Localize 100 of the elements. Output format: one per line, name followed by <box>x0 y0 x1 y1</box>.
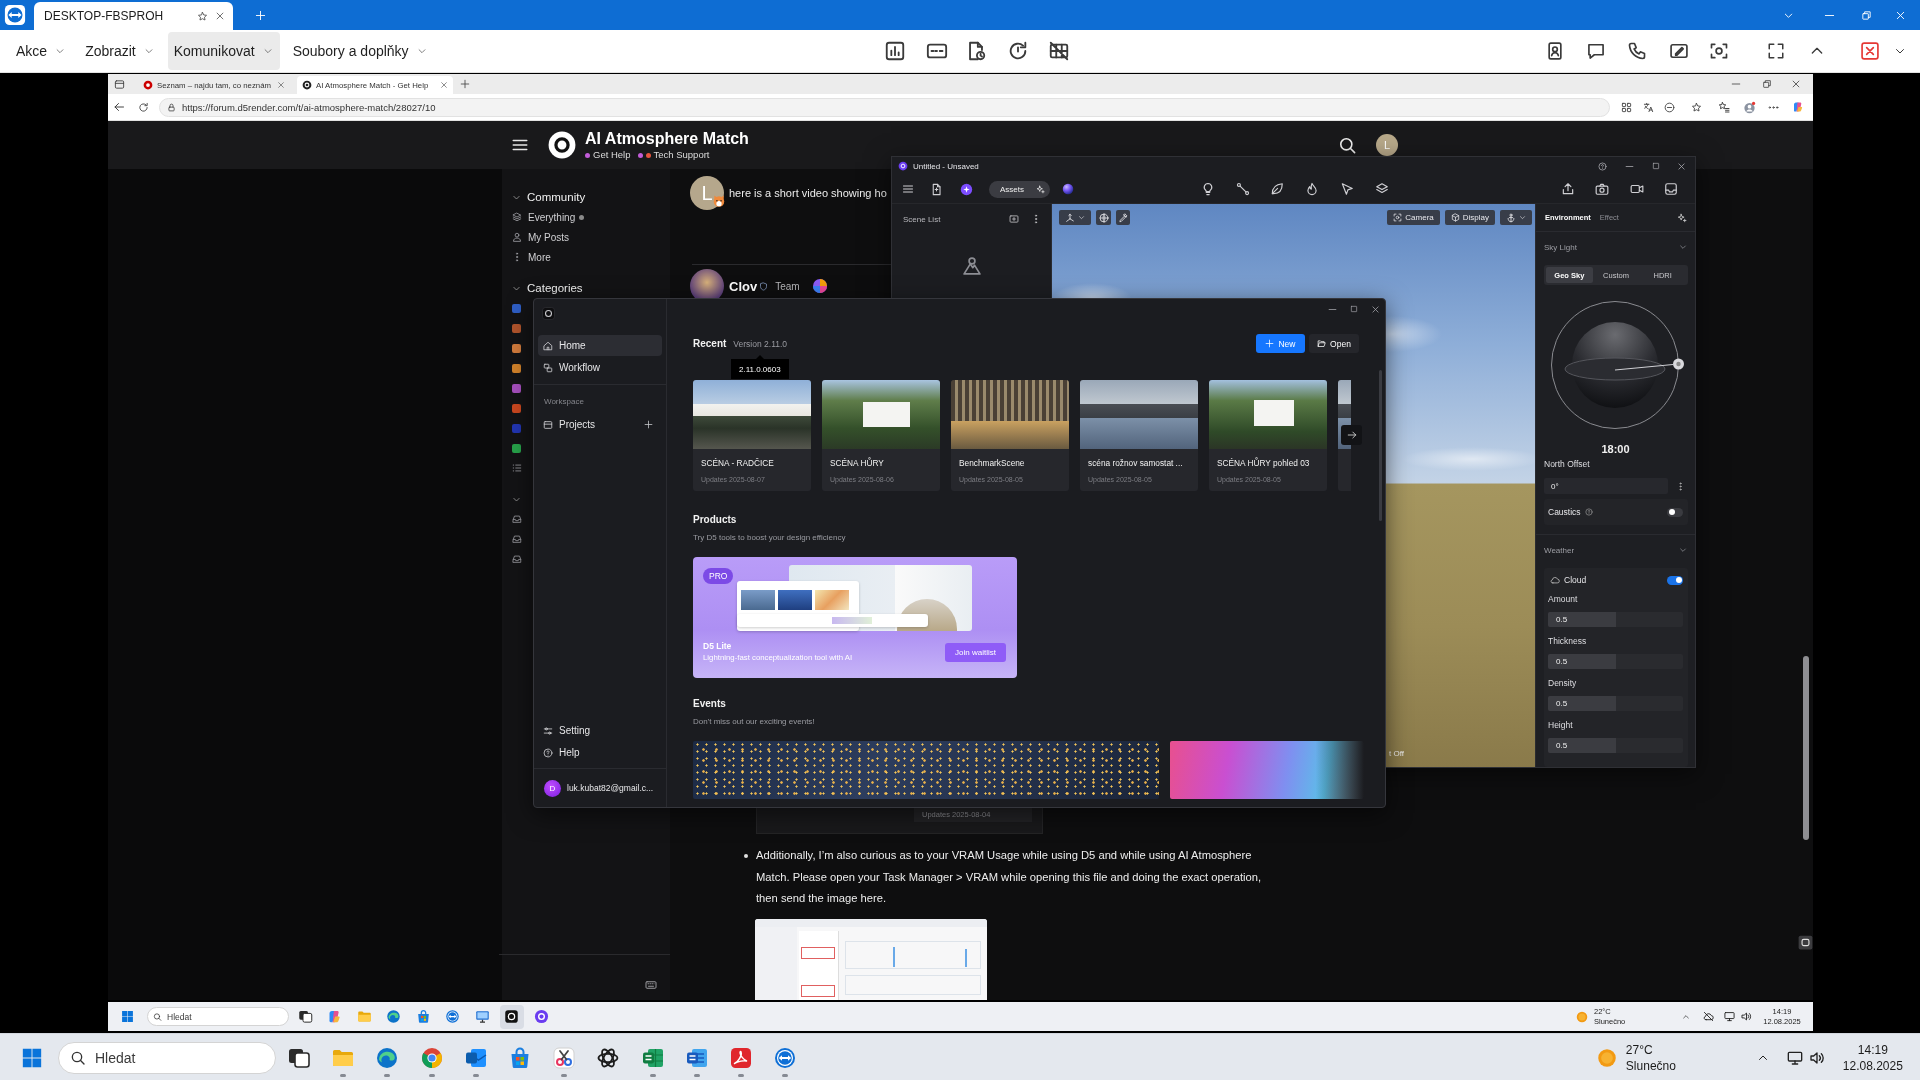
site-logo-icon[interactable] <box>548 131 576 159</box>
star-icon[interactable] <box>197 10 208 22</box>
translate-icon[interactable] <box>1642 101 1654 113</box>
bulb-icon[interactable] <box>1201 182 1215 196</box>
camera-icon[interactable] <box>1595 182 1609 196</box>
close-icon[interactable] <box>277 81 285 89</box>
event-image[interactable] <box>693 741 1159 799</box>
crossed-grid-icon[interactable] <box>1048 39 1070 62</box>
address-field[interactable]: https://forum.d5render.com/t/ai-atmosphere-match/28027/10 <box>159 97 1610 117</box>
pointer-icon[interactable] <box>1340 182 1354 196</box>
speaker-icon[interactable] <box>1808 1050 1825 1066</box>
nav-item[interactable]: Home <box>538 335 662 356</box>
nav-item[interactable]: Workflow <box>538 357 662 378</box>
globe-button[interactable] <box>1096 210 1111 225</box>
create-button[interactable]: New <box>1256 334 1305 353</box>
add-icon[interactable] <box>644 420 653 429</box>
view-button[interactable]: Camera <box>1387 210 1440 225</box>
join-waitlist-button[interactable]: Join waitlist <box>945 642 1006 662</box>
video-icon[interactable] <box>1630 182 1644 196</box>
inbox-icon[interactable] <box>1664 182 1678 196</box>
refresh-icon[interactable] <box>1007 39 1029 62</box>
keyboard-icon[interactable] <box>645 979 657 991</box>
menu-button[interactable]: Akce <box>10 31 73 70</box>
bar-chart-icon[interactable] <box>884 39 906 62</box>
picker-button[interactable] <box>1116 210 1130 225</box>
open-button[interactable]: Open <box>1309 334 1359 353</box>
restore-icon[interactable] <box>1762 79 1772 89</box>
taskbar-button[interactable] <box>499 1004 524 1029</box>
material-ball-icon[interactable] <box>1062 183 1074 195</box>
sidebar-link[interactable]: Everything <box>512 207 670 227</box>
maximize-icon[interactable] <box>1350 305 1358 313</box>
scroll-right-button[interactable] <box>1341 425 1362 445</box>
menu-button[interactable]: Zobrazit <box>79 31 161 70</box>
menu-button[interactable]: Komunikovat <box>167 31 280 70</box>
slider-track[interactable]: 0.5 <box>1548 612 1683 627</box>
close-icon[interactable] <box>440 81 448 89</box>
section-heading[interactable]: Categories <box>527 282 583 294</box>
back-icon[interactable] <box>113 101 125 113</box>
help-icon[interactable] <box>1597 161 1607 171</box>
nav-item[interactable]: Projects <box>538 414 662 435</box>
author-name[interactable]: Clov <box>729 278 758 294</box>
sun-handle-icon[interactable] <box>1673 358 1684 370</box>
path-icon[interactable] <box>1236 182 1250 196</box>
star-list-icon[interactable] <box>1718 101 1730 113</box>
search-field[interactable]: Hledat <box>58 1042 276 1074</box>
tab-actions-icon[interactable] <box>113 78 125 90</box>
user-avatar[interactable]: D <box>544 779 561 797</box>
offset-field[interactable]: 0° <box>1544 478 1668 494</box>
nav-item[interactable]: Setting <box>538 720 662 741</box>
add-image-icon[interactable] <box>1009 214 1019 224</box>
leaf-icon[interactable] <box>1270 182 1284 196</box>
session-tab[interactable]: DESKTOP-FBSPROH <box>34 2 233 30</box>
category-link[interactable]: Tech Support <box>653 149 710 161</box>
monitor-icon[interactable] <box>1786 1050 1803 1066</box>
event-image[interactable] <box>1170 741 1364 799</box>
sparkle-icon[interactable] <box>1677 212 1687 223</box>
speaker-icon[interactable] <box>1740 1011 1752 1022</box>
layers-icon[interactable] <box>1375 182 1389 196</box>
view-button[interactable]: Display <box>1444 210 1495 225</box>
assistant-icon[interactable] <box>959 182 973 196</box>
scrollbar-thumb[interactable] <box>1803 656 1809 840</box>
user-avatar-icon[interactable] <box>1742 100 1756 114</box>
caustics-toggle[interactable] <box>1667 507 1683 517</box>
category-link[interactable]: Get Help <box>593 149 631 161</box>
close-icon[interactable] <box>215 11 225 21</box>
sidebar-link[interactable]: More <box>512 247 670 267</box>
close-icon[interactable] <box>1370 304 1380 314</box>
search-icon[interactable] <box>1338 135 1357 155</box>
new-tab-icon[interactable] <box>460 79 470 89</box>
grid-icon[interactable] <box>1620 101 1632 113</box>
slider-track[interactable]: 0.5 <box>1548 696 1683 711</box>
maximize-icon[interactable] <box>1652 162 1660 170</box>
section-heading[interactable]: Community <box>527 191 586 203</box>
search-field[interactable]: Hledat <box>147 1007 289 1026</box>
slider-track[interactable]: 0.5 <box>1548 654 1683 669</box>
help-icon[interactable] <box>1584 508 1593 516</box>
sidebar-link[interactable]: My Posts <box>512 227 670 247</box>
flame-icon[interactable] <box>1305 182 1319 196</box>
slider-track[interactable]: 0.5 <box>1548 738 1683 753</box>
expand-icon[interactable] <box>1767 41 1785 60</box>
scrollbar-thumb[interactable] <box>1379 370 1382 521</box>
reload-icon[interactable] <box>137 101 149 113</box>
start-icon[interactable] <box>120 1010 134 1023</box>
phone-icon[interactable] <box>1627 40 1647 61</box>
gizmo-button[interactable] <box>1059 210 1091 225</box>
restore-icon[interactable] <box>1860 9 1872 21</box>
cloud-off-icon[interactable] <box>1702 1011 1714 1022</box>
export-icon[interactable] <box>1561 182 1575 196</box>
person-card-icon[interactable] <box>1545 40 1565 61</box>
cloud-toggle[interactable] <box>1667 575 1683 585</box>
close-icon[interactable] <box>1791 79 1801 89</box>
close-icon[interactable] <box>1676 161 1686 171</box>
petals-icon[interactable] <box>1792 101 1804 113</box>
monitor-icon[interactable] <box>1723 1011 1735 1022</box>
star-icon[interactable] <box>1690 101 1702 113</box>
close-box-icon[interactable] <box>1860 40 1880 61</box>
close-icon[interactable] <box>1894 9 1906 21</box>
zoom-out-icon[interactable] <box>1663 101 1675 113</box>
nav-item[interactable]: Help <box>538 742 662 763</box>
start-icon[interactable] <box>21 1047 43 1069</box>
